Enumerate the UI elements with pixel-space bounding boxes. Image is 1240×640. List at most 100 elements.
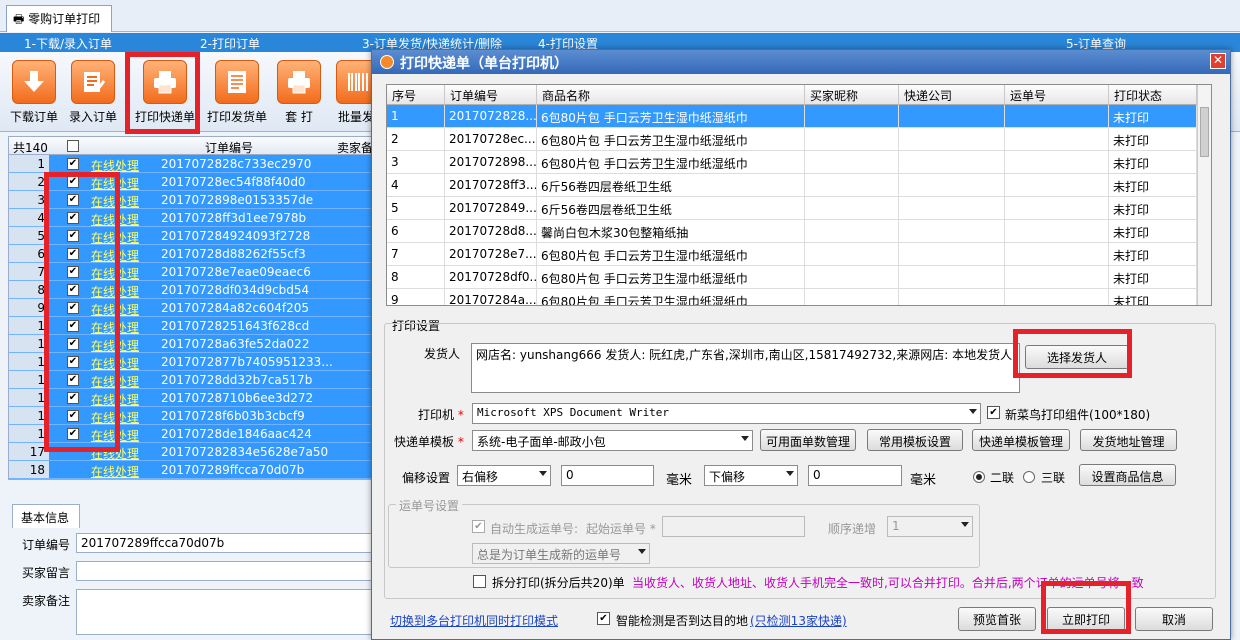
online-process-link[interactable]: 在线处理 — [91, 229, 139, 246]
offset-v-input[interactable]: 0 — [808, 465, 902, 486]
row-checkbox[interactable]: ✔ — [67, 176, 79, 188]
online-process-link[interactable]: 在线处理 — [91, 211, 139, 228]
row-checkbox[interactable]: ✔ — [67, 320, 79, 332]
row-checkbox[interactable]: ✔ — [67, 338, 79, 350]
row-checkbox[interactable]: ✔ — [67, 410, 79, 422]
table-row[interactable]: 4 20170728ff3... 6斤56卷四层卷纸卫生纸 未打印 — [387, 174, 1199, 197]
offset-h-select[interactable]: 右偏移 — [457, 465, 551, 486]
table-row[interactable]: 3 2017072898... 6包80片包 手口云芳卫生湿巾纸湿纸巾 未打印 — [387, 151, 1199, 174]
print-now-button[interactable]: 立即打印 — [1047, 607, 1125, 631]
available-waybill-button[interactable]: 可用面单数管理 — [760, 429, 856, 451]
goods-info-button[interactable]: 设置商品信息 — [1079, 464, 1176, 486]
column-header[interactable]: 商品名称 — [537, 85, 805, 105]
table-row[interactable]: 1 ✔ 在线处理 20170728de1846aac424 — [9, 425, 375, 444]
table-row[interactable]: 3 ✔ 在线处理 2017072898e0153357de — [9, 191, 375, 210]
table-row[interactable]: 9 201707284a... 6包80片包 手口云芳卫生湿巾纸湿纸巾 未打印 — [387, 289, 1199, 305]
online-process-link[interactable]: 在线处理 — [91, 283, 139, 300]
sender-field[interactable]: 网店名: yunshang666 发货人: 阮红虎,广东省,深圳市,南山区,15… — [471, 343, 1020, 393]
online-process-link[interactable]: 在线处理 — [91, 445, 139, 462]
select-all-checkbox[interactable] — [67, 140, 79, 152]
table-row[interactable]: 1 ✔ 在线处理 20170728a63fe52da022 — [9, 335, 375, 353]
table-row[interactable]: 1 ✔ 在线处理 2017072877b7405951233... — [9, 353, 375, 371]
table-row[interactable]: 17 在线处理 201707282834e5628e7a50 — [9, 443, 375, 462]
row-checkbox[interactable]: ✔ — [67, 230, 79, 242]
print-express-button[interactable]: 打印快递单 — [134, 60, 196, 125]
column-header[interactable]: 序号 — [387, 85, 445, 105]
online-process-link[interactable]: 在线处理 — [91, 409, 139, 426]
seq-inc-select[interactable]: 1 — [887, 516, 973, 537]
table-row[interactable]: 1 ✔ 在线处理 20170728710b6ee3d272 — [9, 389, 375, 408]
online-process-link[interactable]: 在线处理 — [91, 265, 139, 282]
cainiao-checkbox[interactable]: ✔ — [987, 406, 1000, 419]
order-id-field[interactable]: 201707289ffcca70d07b — [76, 533, 376, 553]
buyer-msg-field[interactable] — [76, 561, 376, 581]
switch-multi-printer-link[interactable]: 切换到多台打印机同时打印模式 — [390, 612, 558, 629]
table-row[interactable]: 4 ✔ 在线处理 20170728ff3d1ee7978b — [9, 209, 375, 228]
column-header[interactable]: 快递公司 — [899, 85, 1005, 105]
column-header[interactable]: 买家昵称 — [805, 85, 899, 105]
batch-button[interactable]: 批量发 — [336, 60, 376, 125]
waybill-mode-select[interactable]: 总是为订单生成新的运单号 — [472, 543, 650, 564]
row-checkbox[interactable]: ✔ — [67, 302, 79, 314]
table-row[interactable]: 1 ✔ 在线处理 2017072828c733ec2970 — [9, 155, 375, 174]
printer-select[interactable]: Microsoft XPS Document Writer — [472, 403, 981, 424]
column-header[interactable]: 打印状态 — [1109, 85, 1197, 105]
online-process-link[interactable]: 在线处理 — [91, 319, 139, 336]
online-process-link[interactable]: 在线处理 — [91, 463, 139, 479]
table-row[interactable]: 1 2017072828... 6包80片包 手口云芳卫生湿巾纸湿纸巾 未打印 — [387, 105, 1199, 128]
radio-two-part[interactable] — [973, 471, 985, 483]
row-checkbox[interactable]: ✔ — [67, 266, 79, 278]
row-checkbox[interactable]: ✔ — [67, 248, 79, 260]
table-row[interactable]: 8 ✔ 在线处理 20170728df034d9cbd54 — [9, 281, 375, 300]
table-row[interactable]: 18 在线处理 201707289ffcca70d07b — [9, 461, 375, 479]
offset-v-select[interactable]: 下偏移 — [704, 465, 798, 486]
row-checkbox[interactable]: ✔ — [67, 356, 79, 368]
cancel-button[interactable]: 取消 — [1135, 607, 1213, 631]
table-row[interactable]: 8 20170728df0... 6包80片包 手口云芳卫生湿巾纸湿纸巾 未打印 — [387, 266, 1199, 289]
row-checkbox[interactable]: ✔ — [67, 392, 79, 404]
set-print-button[interactable]: 套 打 — [276, 60, 322, 125]
start-no-input[interactable] — [662, 516, 805, 537]
online-process-link[interactable]: 在线处理 — [91, 247, 139, 264]
smart-check-link[interactable]: (只检测13家快递) — [750, 612, 847, 629]
tab-basic-info[interactable]: 基本信息 — [12, 504, 80, 528]
common-template-button[interactable]: 常用模板设置 — [867, 429, 963, 451]
row-checkbox[interactable]: ✔ — [67, 374, 79, 386]
row-checkbox[interactable]: ✔ — [67, 194, 79, 206]
table-row[interactable]: 1 ✔ 在线处理 20170728dd32b7ca517b — [9, 371, 375, 389]
table-row[interactable]: 6 20170728d8... 馨尚白包木浆30包整箱纸抽 未打印 — [387, 220, 1199, 243]
row-checkbox[interactable]: ✔ — [67, 212, 79, 224]
download-order-button[interactable]: 下载订单 — [8, 60, 60, 125]
preview-button[interactable]: 预览首张 — [958, 607, 1036, 631]
online-process-link[interactable]: 在线处理 — [91, 193, 139, 210]
table-row[interactable]: 1 ✔ 在线处理 20170728251643f628cd — [9, 317, 375, 336]
close-icon[interactable]: ✕ — [1210, 53, 1226, 69]
step-download[interactable]: 1-下载/录入订单 — [24, 35, 112, 52]
online-process-link[interactable]: 在线处理 — [91, 391, 139, 408]
table-row[interactable]: 5 2017072849... 6斤56卷四层卷纸卫生纸 未打印 — [387, 197, 1199, 220]
table-row[interactable]: 5 ✔ 在线处理 201707284924093f2728 — [9, 227, 375, 246]
address-manage-button[interactable]: 发货地址管理 — [1080, 429, 1177, 451]
choose-sender-button[interactable]: 选择发货人 — [1025, 345, 1129, 369]
online-process-link[interactable]: 在线处理 — [91, 301, 139, 318]
online-process-link[interactable]: 在线处理 — [91, 157, 139, 174]
table-row[interactable]: 2 ✔ 在线处理 20170728ec54f88f40d0 — [9, 173, 375, 192]
online-process-link[interactable]: 在线处理 — [91, 175, 139, 192]
online-process-link[interactable]: 在线处理 — [91, 427, 139, 444]
scroll-thumb[interactable] — [1200, 107, 1209, 157]
column-header[interactable]: 订单编号 — [445, 85, 537, 105]
table-row[interactable]: 2 20170728ec... 6包80片包 手口云芳卫生湿巾纸湿纸巾 未打印 — [387, 128, 1199, 151]
table-row[interactable]: 7 ✔ 在线处理 20170728e7eae09eaec6 — [9, 263, 375, 282]
table-row[interactable]: 7 20170728e7... 6包80片包 手口云芳卫生湿巾纸湿纸巾 未打印 — [387, 243, 1199, 266]
step-print[interactable]: 2-打印订单 — [200, 35, 260, 52]
offset-h-input[interactable]: 0 — [561, 465, 654, 486]
seller-note-field[interactable] — [76, 589, 376, 635]
column-header[interactable]: 运单号 — [1005, 85, 1109, 105]
template-select[interactable]: 系统-电子面单-邮政小包 — [472, 430, 753, 451]
entry-order-button[interactable]: 录入订单 — [66, 60, 120, 125]
radio-three-part[interactable] — [1023, 471, 1035, 483]
table-row[interactable]: 1 ✔ 在线处理 20170728f6b03b3cbcf9 — [9, 407, 375, 426]
table-row[interactable]: 9 ✔ 在线处理 201707284a82c604f205 — [9, 299, 375, 318]
split-print-checkbox[interactable] — [473, 575, 486, 588]
auto-gen-checkbox[interactable]: ✔ — [472, 520, 485, 533]
